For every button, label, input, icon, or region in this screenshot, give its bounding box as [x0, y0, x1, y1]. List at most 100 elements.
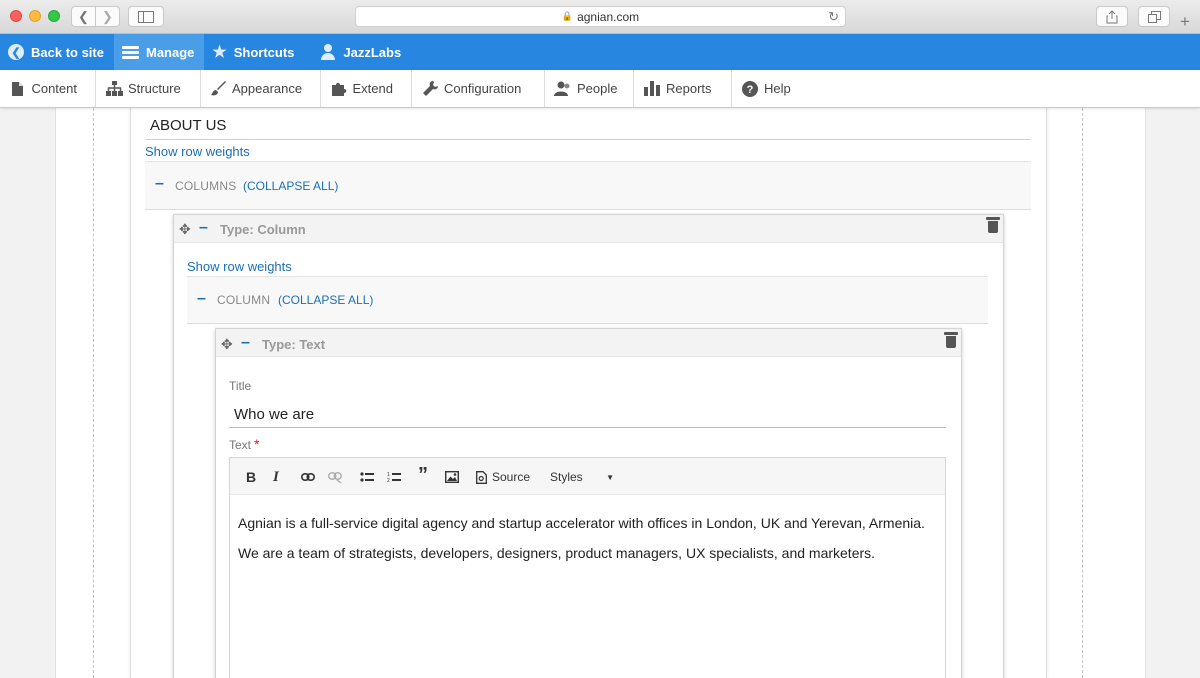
paintbrush-icon	[210, 80, 227, 97]
column-type-label: Type: Column	[220, 222, 306, 237]
address-bar[interactable]: 🔒 agnian.com ↻	[355, 6, 846, 27]
tray-item-reports[interactable]: Reports	[634, 70, 732, 107]
numbered-list-icon[interactable]: 12	[387, 468, 401, 486]
title-input[interactable]	[229, 401, 946, 428]
share-icon	[1106, 9, 1118, 23]
text-field-label: Text *	[229, 436, 259, 452]
user-label: JazzLabs	[343, 44, 402, 60]
zoom-window-button[interactable]	[48, 10, 60, 22]
show-row-weights-link-inner[interactable]: Show row weights	[187, 259, 292, 274]
image-icon[interactable]	[445, 468, 459, 486]
lock-icon: 🔒	[561, 11, 574, 21]
tabs-icon	[1147, 10, 1161, 23]
text-card-header	[216, 329, 961, 357]
rich-text-editor: B I 12 ” Source Styles ▼ Agnian is a ful…	[229, 457, 946, 678]
tray-label-help: Help	[764, 81, 791, 96]
drag-handle-text-icon[interactable]: ✥	[221, 336, 233, 353]
admin-toolbar: ❮ Back to site Manage ★ Shortcuts JazzLa…	[0, 34, 1200, 70]
star-icon: ★	[212, 44, 227, 61]
tray-item-structure[interactable]: Structure	[96, 70, 201, 107]
collapse-all-columns-link[interactable]: (COLLAPSE ALL)	[243, 179, 338, 193]
svg-text:?: ?	[747, 84, 754, 96]
bulleted-list-icon[interactable]	[360, 468, 374, 486]
wrench-icon	[421, 80, 439, 97]
layout-guide-left	[93, 108, 94, 678]
source-button[interactable]: Source	[476, 468, 530, 486]
drag-handle-icon[interactable]: ✥	[179, 221, 191, 238]
back-button[interactable]: ❮	[71, 6, 96, 27]
forward-button[interactable]: ❯	[96, 6, 120, 27]
tray-item-extend[interactable]: Extend	[321, 70, 412, 107]
user-icon	[320, 44, 336, 60]
manage-tab[interactable]: Manage	[113, 34, 205, 70]
editor-content[interactable]: Agnian is a full-service digital agency …	[238, 508, 938, 568]
collapse-columns-minus-icon[interactable]: –	[155, 176, 164, 192]
back-to-site-link[interactable]: ❮ Back to site	[0, 34, 114, 70]
collapse-text-minus-icon[interactable]: –	[241, 335, 250, 351]
minimize-window-button[interactable]	[29, 10, 41, 22]
column-label: COLUMN	[217, 293, 271, 307]
blockquote-icon[interactable]: ”	[418, 464, 428, 486]
italic-icon[interactable]: I	[273, 468, 279, 486]
tray-label-people: People	[577, 81, 618, 96]
source-label: Source	[492, 470, 531, 484]
sidebar-icon	[138, 10, 154, 23]
text-field-label-text: Text	[229, 438, 252, 452]
section-title: ABOUT US	[150, 117, 227, 134]
delete-column-trash-icon[interactable]	[986, 217, 1000, 233]
chevron-left-icon: ❮	[78, 8, 89, 24]
editor-paragraph: Agnian is a full-service digital agency …	[238, 515, 925, 531]
tray-item-configuration[interactable]: Configuration	[412, 70, 545, 107]
link-icon[interactable]	[301, 468, 315, 486]
tray-label-reports: Reports	[666, 81, 712, 96]
text-type-label: Type: Text	[262, 337, 326, 352]
show-row-weights-link[interactable]: Show row weights	[145, 144, 250, 159]
reload-icon[interactable]: ↻	[828, 9, 839, 25]
sidebar-toggle-button[interactable]	[128, 6, 164, 27]
required-marker: *	[254, 436, 260, 452]
shortcuts-label: Shortcuts	[233, 44, 295, 60]
editor-toolbar: B I 12 ” Source Styles ▼	[230, 458, 945, 495]
share-button[interactable]	[1096, 6, 1128, 27]
editor-paragraph: We are a team of strategists, developers…	[238, 545, 876, 561]
tray-item-content[interactable]: Content	[0, 70, 96, 107]
admin-menu-tray: Content Structure Appearance Extend Conf…	[0, 70, 1200, 108]
collapse-column-minus-icon[interactable]: –	[199, 220, 208, 236]
manage-label: Manage	[145, 44, 195, 60]
tray-item-help[interactable]: ? Help	[732, 70, 809, 107]
delete-text-trash-icon[interactable]	[944, 332, 958, 348]
styles-label: Styles	[550, 470, 583, 484]
puzzle-icon	[330, 81, 348, 97]
tray-label-configuration: Configuration	[444, 81, 522, 96]
shortcuts-tab[interactable]: ★ Shortcuts	[204, 34, 304, 70]
styles-dropdown[interactable]: Styles ▼	[550, 468, 614, 486]
chevron-left-circle-icon: ❮	[8, 44, 24, 60]
close-window-button[interactable]	[10, 10, 22, 22]
user-tab[interactable]: JazzLabs	[304, 34, 411, 70]
caret-down-icon: ▼	[606, 472, 614, 482]
bold-icon[interactable]: B	[246, 468, 256, 486]
people-icon	[554, 81, 572, 96]
url-text: agnian.com	[577, 9, 640, 24]
title-field-label: Title	[229, 379, 252, 393]
document-icon	[9, 81, 26, 96]
tab-overview-button[interactable]	[1138, 6, 1170, 27]
collapse-all-column-link[interactable]: (COLLAPSE ALL)	[278, 293, 373, 307]
tray-label-content: Content	[31, 81, 77, 96]
chevron-right-icon: ❯	[102, 8, 113, 24]
tray-item-people[interactable]: People	[545, 70, 634, 107]
new-tab-plus-icon[interactable]: +	[1180, 12, 1190, 32]
unlink-icon[interactable]	[328, 468, 342, 486]
help-icon: ?	[741, 80, 759, 97]
browser-chrome: ❮ ❯ 🔒 agnian.com ↻ +	[0, 0, 1200, 34]
tray-item-appearance[interactable]: Appearance	[201, 70, 321, 107]
tray-label-appearance: Appearance	[232, 81, 303, 96]
collapse-column-inner-minus-icon[interactable]: –	[197, 291, 206, 307]
source-icon	[476, 470, 487, 484]
tray-label-structure: Structure	[128, 81, 181, 96]
bar-chart-icon	[643, 81, 661, 96]
sitemap-icon	[105, 81, 123, 96]
layout-guide-right	[1082, 108, 1083, 678]
back-to-site-label: Back to site	[31, 44, 104, 60]
section-title-divider	[145, 139, 1031, 140]
